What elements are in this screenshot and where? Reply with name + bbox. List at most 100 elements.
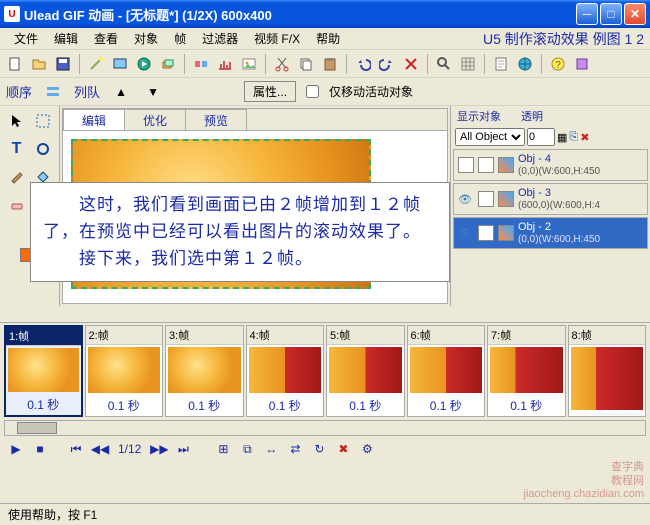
panel-del-icon[interactable]: ✖ — [580, 131, 589, 144]
erase-tool-icon[interactable] — [6, 194, 28, 216]
reverse-icon[interactable]: ⇄ — [285, 439, 305, 459]
play-icon[interactable] — [133, 53, 155, 75]
timeline-frame[interactable]: 7:帧 0.1 秒 — [487, 325, 566, 417]
shape-tool-icon[interactable] — [32, 138, 54, 160]
menu-object[interactable]: 对象 — [126, 28, 166, 49]
timeline-scrollbar[interactable] — [4, 420, 646, 436]
queue-up-icon[interactable]: ▲ — [110, 81, 132, 103]
frame-label: 7:帧 — [488, 326, 565, 345]
annotation-overlay: 这时，我们看到画面已由２帧增加到１２帧了，在预览中已经可以看出图片的滚动效果了。… — [30, 182, 450, 282]
play-button[interactable]: ▶ — [6, 439, 26, 459]
remove-frame-icon[interactable]: ✖ — [333, 439, 353, 459]
loop-icon[interactable]: ↻ — [309, 439, 329, 459]
queue-down-icon[interactable]: ▼ — [142, 81, 164, 103]
panel-copy-icon[interactable]: ⎘ — [569, 131, 578, 144]
minimize-button[interactable]: ─ — [576, 3, 598, 25]
annotation-line2: 接下来，我们选中第１２帧。 — [43, 245, 437, 272]
frame-thumb — [88, 347, 161, 393]
object-row[interactable]: 👁 Obj - 3(600,0)(W:600,H:4 — [453, 183, 648, 215]
help-icon[interactable]: ? — [547, 53, 569, 75]
header-caption: U5 制作滚动效果 例图 1 2 — [483, 29, 644, 49]
pointer-tool-icon[interactable] — [6, 110, 28, 132]
image-icon[interactable] — [238, 53, 260, 75]
timeline-frame[interactable]: 3:帧0.1 秒 — [165, 325, 244, 417]
preview-icon[interactable] — [109, 53, 131, 75]
menu-videofx[interactable]: 视频 F/X — [246, 28, 308, 49]
wizard-icon[interactable] — [85, 53, 107, 75]
timeline-frame[interactable]: 6:帧0.1 秒 — [407, 325, 486, 417]
frame-strip: 1:帧0.1 秒2:帧0.1 秒3:帧0.1 秒4:帧0.1 秒5:帧0.1 秒… — [0, 323, 650, 420]
eye-icon[interactable]: 👁 — [458, 193, 474, 206]
close-button[interactable]: ✕ — [624, 3, 646, 25]
lock-icon[interactable] — [478, 225, 494, 241]
object-row[interactable]: Obj - 4(0,0)(W:600,H:450 — [453, 149, 648, 181]
object-filter-select[interactable]: All Object: — [455, 128, 525, 146]
window-buttons: ─ □ ✕ — [576, 3, 646, 25]
globe-icon[interactable] — [514, 53, 536, 75]
paste-icon[interactable] — [319, 53, 341, 75]
layers-icon[interactable] — [157, 53, 179, 75]
frame-thumb — [329, 347, 402, 393]
last-frame-button[interactable]: ⏭ — [173, 439, 193, 459]
dup-frame-icon[interactable]: ⧉ — [237, 439, 257, 459]
timeline-frame[interactable]: 2:帧0.1 秒 — [85, 325, 164, 417]
tab-edit[interactable]: 编辑 — [63, 109, 125, 130]
frame-label: 6:帧 — [408, 326, 485, 345]
lock-icon[interactable] — [478, 191, 494, 207]
frame-duration: 0.1 秒 — [488, 395, 565, 416]
frame-props-icon[interactable]: ⚙ — [357, 439, 377, 459]
doc-icon[interactable] — [490, 53, 512, 75]
delete-icon[interactable] — [400, 53, 422, 75]
timeline-frame[interactable]: 1:帧0.1 秒 — [4, 325, 83, 417]
transparent-input[interactable] — [527, 128, 555, 146]
move-active-checkbox[interactable] — [306, 85, 319, 98]
visibility-icon[interactable] — [458, 157, 474, 173]
add-frame-icon[interactable]: ⊞ — [213, 439, 233, 459]
menu-frame[interactable]: 帧 — [166, 28, 194, 49]
cut-icon[interactable] — [271, 53, 293, 75]
save-icon[interactable] — [52, 53, 74, 75]
sequence-toolbar: 顺序 列队 ▲ ▼ 属性... 仅移动活动对象 — [0, 78, 650, 106]
lock-icon[interactable] — [478, 157, 494, 173]
scrollbar-thumb[interactable] — [17, 422, 57, 434]
menu-view[interactable]: 查看 — [86, 28, 126, 49]
menubar: 文件 编辑 查看 对象 帧 过滤器 视频 F/X 帮助 U5 制作滚动效果 例图… — [0, 28, 650, 50]
eye-icon[interactable]: 👁 — [458, 227, 474, 240]
select-tool-icon[interactable] — [32, 110, 54, 132]
timeline-frame[interactable]: 4:帧 0.1 秒 — [246, 325, 325, 417]
timeline-frame[interactable]: 5:帧0.1 秒 — [326, 325, 405, 417]
panel-tool-icon[interactable]: ▦ — [557, 131, 567, 144]
stop-button[interactable]: ■ — [30, 439, 50, 459]
tween-frame-icon[interactable]: ↔ — [261, 439, 281, 459]
zoom-icon[interactable] — [433, 53, 455, 75]
first-frame-button[interactable]: ⏮ — [66, 439, 86, 459]
order-option-icon[interactable] — [42, 81, 64, 103]
tab-preview[interactable]: 预览 — [185, 109, 247, 130]
menu-edit[interactable]: 编辑 — [46, 28, 86, 49]
tween-icon[interactable] — [190, 53, 212, 75]
info-icon[interactable] — [571, 53, 593, 75]
menu-help[interactable]: 帮助 — [308, 28, 348, 49]
grid-icon[interactable] — [457, 53, 479, 75]
text-tool-icon[interactable]: T — [6, 138, 28, 160]
new-icon[interactable] — [4, 53, 26, 75]
next-frame-button[interactable]: ▶▶ — [149, 439, 169, 459]
open-icon[interactable] — [28, 53, 50, 75]
frame-duration: 0.1 秒 — [6, 394, 81, 415]
tab-optimize[interactable]: 优化 — [124, 109, 186, 130]
properties-button[interactable]: 属性... — [244, 81, 296, 102]
svg-text:?: ? — [555, 60, 561, 71]
prev-frame-button[interactable]: ◀◀ — [90, 439, 110, 459]
frame-duration: 0.1 秒 — [247, 395, 324, 416]
chart-icon[interactable] — [214, 53, 236, 75]
timeline-frame[interactable]: 8:帧 — [568, 325, 647, 417]
redo-icon[interactable] — [376, 53, 398, 75]
object-row[interactable]: 👁 Obj - 2(0,0)(W:600,H:450 — [453, 217, 648, 249]
maximize-button[interactable]: □ — [600, 3, 622, 25]
menu-filter[interactable]: 过滤器 — [194, 28, 246, 49]
paint-tool-icon[interactable] — [6, 166, 28, 188]
copy-icon[interactable] — [295, 53, 317, 75]
frame-label: 4:帧 — [247, 326, 324, 345]
undo-icon[interactable] — [352, 53, 374, 75]
menu-file[interactable]: 文件 — [6, 28, 46, 49]
